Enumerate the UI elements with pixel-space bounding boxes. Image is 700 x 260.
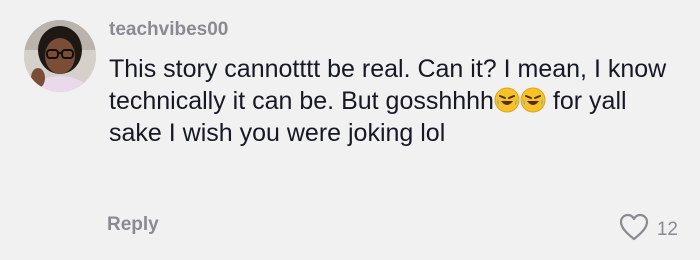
username[interactable]: teachvibes00 [109,19,228,41]
avatar[interactable] [24,20,96,92]
like-button[interactable]: 12 [619,213,678,246]
comment-item: teachvibes00 This story cannotttt be rea… [0,0,700,260]
avatar-image [24,20,96,92]
rolling-on-floor-laughing-emoji-icon [494,87,520,113]
comment-text: This story cannotttt be real. Can it? I … [109,53,669,149]
reply-button[interactable]: Reply [107,214,159,236]
rolling-on-floor-laughing-emoji-icon-2 [520,87,546,113]
like-count: 12 [656,218,678,240]
heart-icon[interactable] [619,213,649,246]
